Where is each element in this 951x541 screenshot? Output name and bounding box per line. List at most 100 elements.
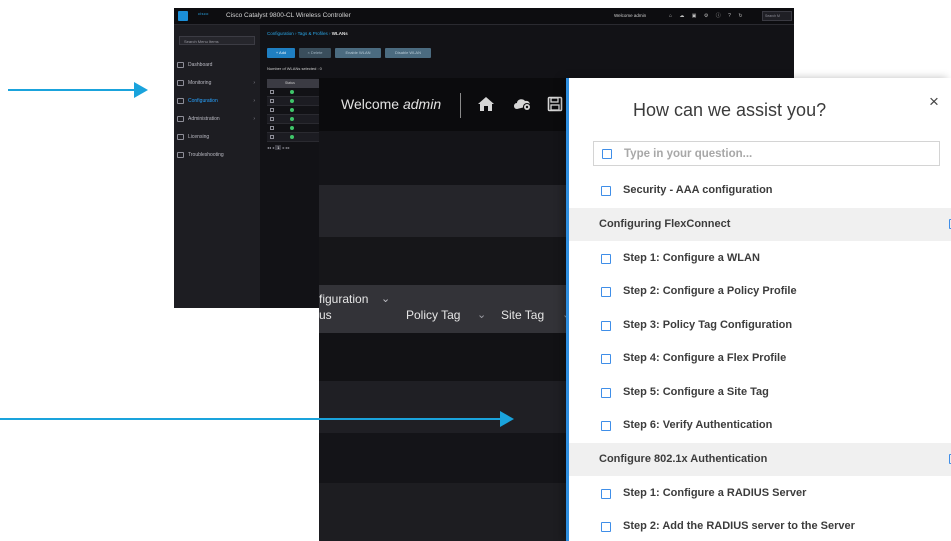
table-row: [319, 381, 571, 433]
help-topic-link[interactable]: Step 1: Configure a RADIUS Server: [569, 477, 951, 511]
row-checkbox[interactable]: [270, 108, 274, 112]
sidebar-item-monitoring[interactable]: Monitoring ›: [174, 77, 260, 89]
header-divider: [460, 93, 461, 118]
sidebar-item-configuration[interactable]: Configuration ›: [174, 95, 260, 107]
status-up-icon: [290, 135, 294, 139]
table-row[interactable]: [267, 115, 323, 124]
topic-label: Step 6: Verify Authentication: [623, 419, 773, 431]
column-configuration[interactable]: figuration: [319, 292, 368, 306]
chevron-down-icon[interactable]: ⌄: [381, 292, 390, 305]
document-icon: [601, 421, 611, 431]
question-search[interactable]: [593, 141, 940, 166]
app-title: Cisco Catalyst 9800-CL Wireless Controll…: [226, 12, 351, 19]
table-row: [319, 483, 571, 541]
table-row: [319, 433, 571, 483]
disable-wlan-button[interactable]: Disable WLAN: [385, 48, 431, 58]
cisco-logo: cisco: [198, 11, 209, 16]
help-topic-link[interactable]: Step 1: Configure a WLAN: [569, 242, 951, 276]
wlan-table: Status: [267, 79, 323, 143]
help-topic-link[interactable]: Step 6: Verify Authentication: [569, 409, 951, 443]
document-icon: [601, 186, 611, 196]
document-icon: [601, 287, 611, 297]
help-topic-link[interactable]: Step 2: Add the RADIUS server to the Ser…: [569, 510, 951, 541]
help-topic-link[interactable]: Step 5: Configure a Site Tag: [569, 376, 951, 410]
status-up-icon: [290, 117, 294, 121]
topic-label: Step 1: Configure a WLAN: [623, 251, 760, 264]
sidebar-item-troubleshooting[interactable]: Troubleshooting: [174, 149, 260, 161]
mini-welcome: Welcome admin: [614, 13, 647, 18]
breadcrumb-path[interactable]: Configuration › Tags & Profiles ›: [267, 31, 332, 36]
sidebar-item-label: Monitoring: [188, 80, 212, 86]
sidebar-item-label: Dashboard: [188, 62, 213, 68]
table-row: [319, 333, 571, 381]
menu-icon[interactable]: [178, 11, 188, 21]
document-icon: [601, 354, 611, 364]
welcome-text: Welcome admin: [341, 96, 441, 112]
sidebar-item-label: Administration: [188, 116, 220, 122]
mini-toolbar-icons[interactable]: ⌂ ☁ ▣ ⚙ ⓘ ? ↻: [669, 12, 746, 19]
configuration-icon: [177, 98, 184, 104]
zoomed-header: Welcome admin: [319, 78, 571, 131]
table-header-status[interactable]: Status: [267, 79, 323, 88]
chevron-down-icon[interactable]: ⌄: [477, 308, 486, 321]
chevron-right-icon: ›: [253, 98, 255, 104]
table-row[interactable]: [267, 97, 323, 106]
document-icon: [601, 320, 611, 331]
column-site-tag[interactable]: Site Tag: [501, 308, 544, 322]
sidebar-item-dashboard[interactable]: Dashboard: [174, 59, 260, 71]
table-row[interactable]: [267, 88, 323, 97]
mini-search-input[interactable]: Search M: [762, 11, 792, 21]
table-row[interactable]: [267, 124, 323, 133]
row-checkbox[interactable]: [270, 99, 274, 103]
document-icon: [601, 488, 611, 499]
document-icon: [601, 522, 611, 532]
section-label: Configuring FlexConnect: [599, 217, 731, 230]
search-checkbox-icon: [602, 149, 612, 159]
help-topic-link[interactable]: Step 3: Policy Tag Configuration: [569, 309, 951, 343]
chevron-right-icon: ›: [253, 80, 255, 86]
enable-wlan-button[interactable]: Enable WLAN: [335, 48, 381, 58]
column-policy-tag[interactable]: Policy Tag: [406, 308, 460, 322]
zoomed-band: [319, 131, 571, 185]
pointer-arrow-top: [8, 82, 148, 98]
save-icon[interactable]: [547, 96, 563, 112]
row-checkbox[interactable]: [270, 90, 274, 94]
controller-zoomed: Welcome admin figuration ⌄ us Policy Tag…: [319, 78, 571, 541]
pagination[interactable]: ◂◂ ◂ 1 ▸ ▸▸: [267, 145, 290, 150]
table-row[interactable]: [267, 133, 323, 142]
topic-label: Security - AAA configuration: [623, 184, 773, 196]
welcome-label: Welcome: [341, 96, 403, 112]
document-icon: [601, 387, 611, 398]
home-icon[interactable]: [477, 96, 495, 112]
monitoring-icon: [177, 80, 184, 86]
current-page[interactable]: 1: [275, 145, 282, 150]
column-status[interactable]: us: [319, 308, 332, 322]
selected-count: Number of WLANs selected : 0: [267, 66, 322, 71]
topic-label: Step 4: Configure a Flex Profile: [623, 352, 787, 364]
menu-search-input[interactable]: Search Menu Items: [179, 36, 255, 45]
topic-label: Step 3: Policy Tag Configuration: [623, 318, 793, 331]
help-section-header[interactable]: Configure 802.1x Authentication: [569, 442, 951, 476]
table-row[interactable]: [267, 106, 323, 115]
sidebar-item-licensing[interactable]: Licensing: [174, 131, 260, 143]
help-topic-link[interactable]: Security - AAA configuration: [569, 174, 951, 208]
status-up-icon: [290, 108, 294, 112]
document-icon: [601, 253, 611, 264]
cloud-gear-icon[interactable]: [512, 96, 534, 112]
user-name: admin: [402, 96, 442, 112]
delete-button[interactable]: × Delete: [299, 48, 331, 58]
help-topic-link[interactable]: Step 4: Configure a Flex Profile: [569, 342, 951, 376]
status-up-icon: [290, 90, 294, 94]
panel-title: How can we assist you?: [633, 100, 827, 120]
sidebar-item-administration[interactable]: Administration ›: [174, 113, 260, 125]
administration-icon: [177, 116, 184, 122]
row-checkbox[interactable]: [270, 126, 274, 130]
help-section-header[interactable]: Configuring FlexConnect: [569, 207, 951, 241]
status-up-icon: [290, 126, 294, 130]
help-topic-link[interactable]: Step 2: Configure a Policy Profile: [569, 275, 951, 309]
row-checkbox[interactable]: [270, 117, 274, 121]
add-button[interactable]: + Add: [267, 48, 295, 58]
question-input[interactable]: [624, 145, 924, 163]
close-icon[interactable]: ×: [924, 92, 944, 112]
row-checkbox[interactable]: [270, 135, 274, 139]
